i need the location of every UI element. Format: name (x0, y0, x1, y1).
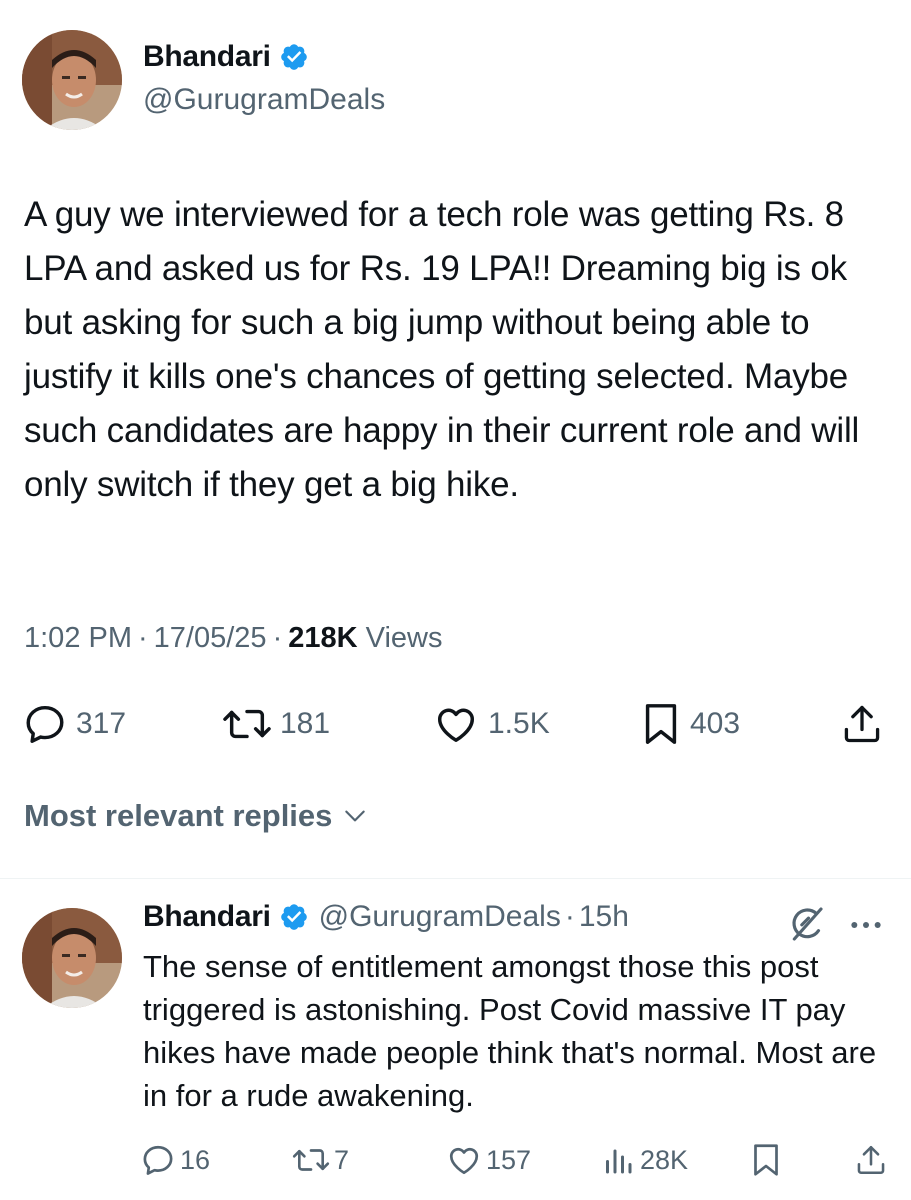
grok-icon[interactable] (786, 904, 826, 944)
reply-action-bar: 16 7 157 28K (140, 1138, 900, 1182)
views-label: Views (365, 622, 443, 654)
reply-like-button[interactable]: 157 (446, 1138, 531, 1182)
bookmark-button[interactable]: 403 (640, 696, 740, 752)
tweet-time[interactable]: 1:02 PM (24, 622, 132, 655)
like-button[interactable]: 1.5K (432, 696, 550, 752)
reply-share-button[interactable] (854, 1138, 888, 1182)
tweet-action-bar: 317 181 1.5K 403 (22, 696, 892, 752)
reply-text: The sense of entitlement amongst those t… (143, 949, 877, 1113)
repost-icon (292, 1149, 330, 1171)
repost-icon (223, 709, 271, 739)
share-button[interactable] (840, 696, 884, 752)
avatar-image (22, 908, 122, 1008)
author-handle[interactable]: @GurugramDeals (143, 83, 385, 117)
tweet-meta: 1:02 PM · 17/05/25 · 218K Views (24, 622, 442, 655)
verified-badge-icon (280, 44, 307, 70)
reply-bookmark-button[interactable] (750, 1138, 782, 1182)
reply-count: 317 (76, 707, 127, 740)
reply-author-handle[interactable]: @GurugramDeals (319, 900, 561, 934)
reply-repost-count: 7 (334, 1144, 350, 1175)
reply-author-name[interactable]: Bhandari (143, 900, 271, 934)
author-avatar[interactable] (22, 30, 122, 130)
like-count: 1.5K (488, 707, 550, 740)
tweet-text: A guy we interviewed for a tech role was… (24, 195, 860, 504)
reply-icon (26, 705, 64, 743)
more-icon[interactable] (846, 905, 886, 945)
bookmark-icon (754, 1144, 778, 1176)
reply-repost-button[interactable]: 7 (292, 1138, 349, 1182)
repost-button[interactable]: 181 (222, 696, 330, 752)
reply-icon (143, 1145, 173, 1175)
reply-reply-count: 16 (180, 1144, 211, 1175)
views-icon (606, 1149, 632, 1174)
reply-separator: · (564, 900, 575, 933)
meta-separator: · (138, 622, 148, 654)
like-icon (449, 1147, 479, 1175)
reply-views-count: 28K (640, 1144, 689, 1175)
reply-author-avatar[interactable] (22, 908, 122, 1008)
reply-button[interactable]: 317 (22, 696, 126, 752)
sort-label: Most relevant replies (24, 798, 333, 833)
reply-views-button[interactable]: 28K (600, 1138, 688, 1182)
avatar-image (22, 30, 122, 130)
divider (0, 878, 911, 879)
meta-separator: · (272, 622, 283, 654)
tweet-date[interactable]: 17/05/25 (154, 622, 267, 655)
author-name-row[interactable]: Bhandari (143, 40, 309, 74)
share-icon (844, 705, 880, 743)
reply-reply-button[interactable]: 16 (140, 1138, 210, 1182)
bookmark-count: 403 (690, 707, 741, 740)
reply-time[interactable]: 15h (579, 900, 629, 934)
like-icon (437, 708, 475, 743)
tweet-page: Bhandari @GurugramDeals A guy we intervi… (0, 0, 911, 1200)
views-count: 218K (288, 622, 358, 654)
bookmark-icon (645, 704, 677, 744)
share-icon (857, 1145, 885, 1175)
verified-badge-icon (280, 904, 307, 930)
repost-count: 181 (280, 707, 331, 740)
chevron-down-icon (345, 810, 366, 822)
reply-like-count: 157 (486, 1144, 532, 1175)
author-name[interactable]: Bhandari (143, 40, 271, 74)
replies-sort-dropdown[interactable]: Most relevant replies (24, 798, 368, 834)
reply-header: Bhandari @GurugramDeals · 15h (143, 900, 629, 934)
